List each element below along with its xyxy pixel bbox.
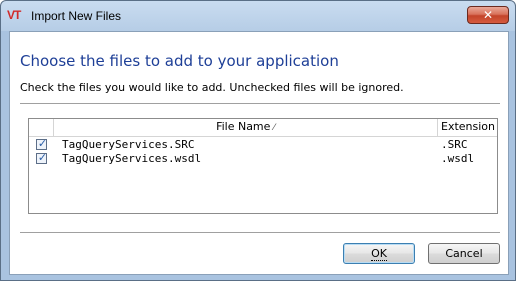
file-name: TagQueryServices.wsdl [62,152,202,165]
file-list[interactable]: File Name ⁄ Extension ✓ TagQueryServices.… [28,118,498,214]
window-title: Import New Files [31,9,122,23]
list-item[interactable]: ✓ TagQueryServices.SRC .SRC [29,137,497,153]
file-extension: .wsdl [441,152,475,165]
column-header-label: Extension [441,120,496,133]
checkmark-icon: ✓ [37,151,48,164]
file-name: TagQueryServices.SRC [62,138,195,151]
close-button[interactable]: ✕ [467,6,509,24]
close-icon: ✕ [482,8,494,22]
checkmark-icon: ✓ [37,137,48,150]
divider [20,103,500,105]
column-header-check[interactable] [29,119,54,136]
sort-ascending-icon: ⁄ [273,123,275,133]
list-item[interactable]: ✓ TagQueryServices.wsdl .wsdl [29,151,497,167]
column-header-file-name[interactable]: File Name ⁄ [54,119,438,136]
dialog-instruction: Check the files you would like to add. U… [20,81,404,94]
title-bar[interactable]: VT Import New Files ✕ [1,1,515,31]
divider [20,232,500,234]
dialog-window: VT Import New Files ✕ Choose the files t… [0,0,516,281]
list-header: File Name ⁄ Extension [29,119,497,137]
file-extension: .SRC [441,138,468,151]
ok-button[interactable]: OK [343,243,415,264]
dialog-heading: Choose the files to add to your applicat… [20,52,339,70]
column-header-label: File Name [216,120,271,133]
file-checkbox[interactable]: ✓ [36,137,48,150]
column-header-extension[interactable]: Extension [438,119,497,136]
cancel-button[interactable]: Cancel [428,243,500,264]
app-logo-icon: VT [7,8,21,22]
dialog-body: Choose the files to add to your applicat… [9,31,509,275]
cancel-button-label: Cancel [445,247,483,260]
file-checkbox[interactable]: ✓ [36,151,48,164]
ok-button-label: OK [371,247,387,261]
